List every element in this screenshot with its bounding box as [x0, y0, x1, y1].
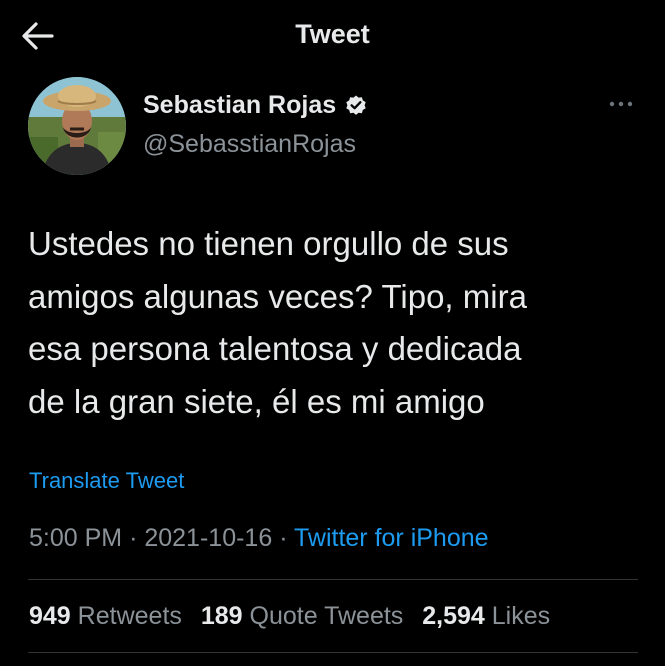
profile-photo — [28, 77, 126, 175]
translate-tweet-link[interactable]: Translate Tweet — [29, 468, 184, 494]
retweets-count: 949 — [29, 602, 71, 630]
meta-separator: · — [279, 524, 288, 552]
top-bar: Tweet — [0, 0, 665, 70]
avatar[interactable] — [28, 77, 126, 175]
likes-count: 2,594 — [422, 602, 485, 630]
tweet-line: esa persona talentosa y dedicada — [28, 330, 522, 367]
engagement-stats: 949 Retweets 189 Quote Tweets 2,594 Like… — [29, 602, 550, 631]
author-name[interactable]: Sebastian Rojas — [143, 91, 368, 120]
quote-tweets-stat[interactable]: 189 Quote Tweets — [201, 602, 403, 630]
author-handle[interactable]: @SebasstianRojas — [143, 130, 356, 159]
tweet-time: 5:00 PM — [29, 524, 123, 552]
divider — [28, 579, 638, 580]
author-name-text: Sebastian Rojas — [143, 91, 337, 119]
likes-label: Likes — [491, 602, 551, 630]
tweet-date: 2021-10-16 — [144, 524, 273, 552]
page-title: Tweet — [295, 19, 370, 49]
more-horizontal-icon — [609, 101, 633, 107]
tweet-line: de la gran siete, él es mi amigo — [28, 382, 485, 420]
likes-stat[interactable]: 2,594 Likes — [422, 602, 550, 630]
tweet-metadata: 5:00 PM · 2021-10-16 · Twitter for iPhon… — [29, 524, 489, 553]
verified-badge-icon — [344, 94, 368, 118]
tweet-source-link[interactable]: Twitter for iPhone — [294, 524, 489, 552]
tweet-text: Ustedes no tienen orgullo de sus amigos … — [28, 218, 638, 428]
quote-tweets-count: 189 — [200, 602, 243, 630]
retweets-stat[interactable]: 949 Retweets — [29, 602, 182, 630]
meta-separator: · — [129, 524, 138, 552]
tweet-line: amigos algunas veces? Tipo, mira — [28, 277, 527, 315]
more-button[interactable] — [604, 94, 638, 114]
retweets-label: Retweets — [77, 602, 182, 630]
divider — [28, 652, 638, 653]
quote-tweets-label: Quote Tweets — [249, 602, 404, 630]
tweet-line: Ustedes no tienen orgullo de sus — [28, 225, 509, 262]
